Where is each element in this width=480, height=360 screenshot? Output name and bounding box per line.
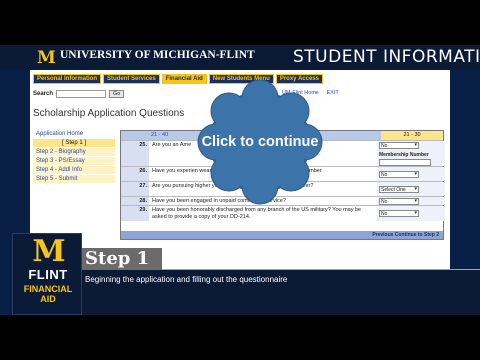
logo-aid-text: AID (40, 294, 56, 304)
step-title: Step 1 (82, 248, 162, 270)
question-number: 25. (121, 141, 149, 166)
question-number: 29. (121, 206, 149, 221)
mouse-cursor-icon: ↖ (378, 239, 386, 249)
answer-select[interactable]: No (379, 142, 419, 149)
video-frame: M UNIVERSITY OF MICHIGAN-FLINT STUDENT I… (0, 45, 480, 315)
sidebar-item-step-3[interactable]: Step 3 - PS/Essay (33, 157, 115, 165)
answer-cell: No (377, 167, 445, 181)
answer-select[interactable]: No (379, 210, 419, 217)
search-row: Search Go (33, 90, 125, 98)
logo-financial-text: FINANCIAL (23, 284, 73, 294)
answer-cell: No (377, 197, 445, 205)
answer-select[interactable]: No (379, 198, 419, 205)
section-title: STUDENT INFORMATI (293, 47, 480, 67)
logo-flint-text: FLINT (28, 267, 68, 282)
answer-cell: No (377, 206, 445, 221)
question-number: 26. (121, 167, 149, 181)
range-link-left[interactable]: 21 - 40 (151, 131, 168, 140)
sidebar-item-application-home[interactable]: Application Home (33, 130, 115, 138)
sidebar-item-step-2[interactable]: Step 2 - Biography (33, 148, 115, 156)
search-label: Search (33, 91, 54, 97)
table-row: 29. Have you been honorably discharged f… (121, 205, 445, 221)
page-title: Scholarship Application Questions (33, 108, 185, 119)
sidebar-item-step-1: [ Step 1 ] (33, 139, 115, 147)
range-current: 21 - 30 (381, 131, 443, 140)
question-text: Have you been honorably discharged from … (152, 207, 362, 220)
answer-select[interactable]: No (379, 171, 419, 178)
search-input[interactable] (56, 90, 107, 98)
question-number: 27. (121, 182, 149, 196)
membership-number-label: Membership Number (379, 152, 429, 158)
continue-to-step-2-button[interactable]: Previous Continue to Step 2 (121, 231, 443, 239)
tab-student-services[interactable]: Student Services (103, 74, 160, 84)
flint-financial-aid-logo: M FLINT FINANCIAL AID (12, 233, 82, 315)
answer-cell: Select One (377, 182, 445, 196)
sidebar-item-step-5[interactable]: Step 5 - Submit (33, 175, 115, 183)
answer-cell: No Membership Number (377, 141, 445, 166)
tab-personal-information[interactable]: Personal Information (33, 74, 102, 84)
answer-select[interactable]: Select One (379, 186, 419, 193)
click-to-continue-label: Click to continue (201, 134, 319, 150)
um-logo-icon: M (37, 48, 56, 68)
sidebar-item-step-4[interactable]: Step 4 - Addl Info (33, 166, 115, 174)
step-sidebar: Application Home [ Step 1 ] Step 2 - Bio… (33, 130, 115, 184)
caption-text: Beginning the application and filling ou… (85, 275, 288, 284)
university-title: UNIVERSITY OF MICHIGAN-FLINT (60, 49, 255, 61)
membership-number-input[interactable] (379, 159, 431, 166)
question-number: 28. (121, 197, 149, 205)
block-m-icon: M (32, 234, 65, 269)
go-button[interactable]: Go (109, 90, 125, 98)
exit-link[interactable]: EXIT (327, 90, 339, 96)
